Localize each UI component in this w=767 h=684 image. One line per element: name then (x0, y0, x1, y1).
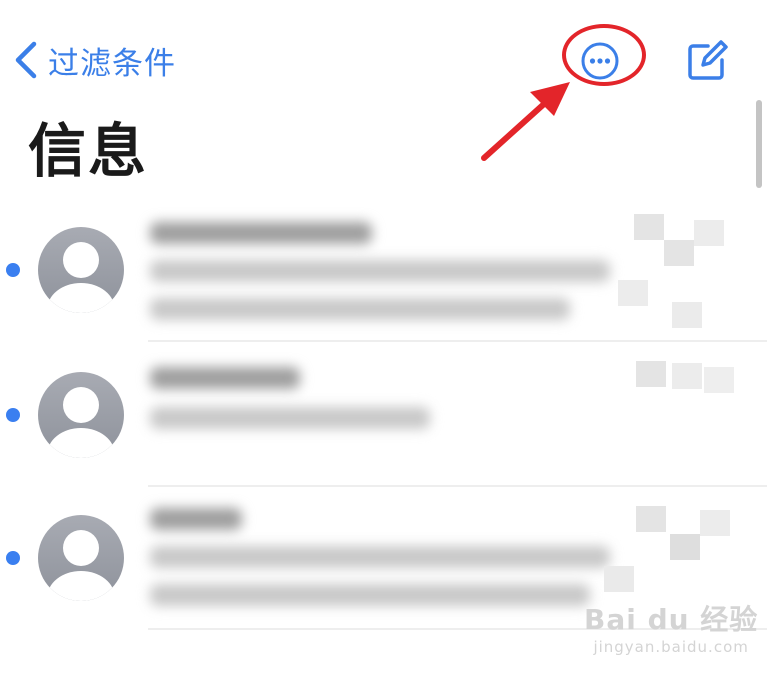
message-preview-blurred (150, 584, 590, 606)
back-button-label: 过滤条件 (48, 45, 176, 82)
timestamp-blurred (636, 506, 666, 532)
contact-placeholder-icon (38, 515, 124, 601)
sender-name-blurred (150, 222, 372, 244)
timestamp-blurred (664, 240, 694, 266)
timestamp-blurred (618, 280, 648, 306)
contact-placeholder-icon (38, 372, 124, 458)
sender-name-blurred (150, 367, 300, 389)
contact-placeholder-icon (38, 227, 124, 313)
watermark: Bai du 经验 jingyan.baidu.com (584, 598, 758, 656)
annotation-arrow (481, 82, 570, 161)
timestamp-blurred (672, 363, 702, 389)
page-title: 信息 (28, 117, 149, 185)
message-preview-blurred (150, 546, 610, 568)
unread-indicator (6, 408, 20, 422)
watermark-logo: Bai du 经验 (584, 603, 759, 636)
timestamp-blurred (704, 367, 734, 393)
scrollbar[interactable] (756, 100, 762, 188)
message-row[interactable] (0, 200, 767, 340)
timestamp-blurred (636, 361, 666, 387)
divider (148, 485, 767, 487)
sender-name-blurred (150, 508, 242, 530)
timestamp-blurred (694, 220, 724, 246)
message-preview-blurred (150, 407, 430, 429)
timestamp-blurred (700, 510, 730, 536)
timestamp-blurred (604, 566, 634, 592)
message-row[interactable] (0, 345, 767, 485)
unread-indicator (6, 263, 20, 277)
divider (148, 340, 767, 342)
timestamp-blurred (672, 302, 702, 328)
unread-indicator (6, 551, 20, 565)
timestamp-blurred (670, 534, 700, 560)
watermark-url: jingyan.baidu.com (593, 638, 749, 656)
compose-button[interactable] (684, 38, 730, 84)
compose-icon (688, 40, 728, 80)
message-preview-blurred (150, 260, 610, 282)
back-button[interactable]: 过滤条件 (12, 36, 176, 84)
message-preview-blurred (150, 298, 570, 320)
chevron-left-icon (15, 41, 37, 79)
timestamp-blurred (634, 214, 664, 240)
